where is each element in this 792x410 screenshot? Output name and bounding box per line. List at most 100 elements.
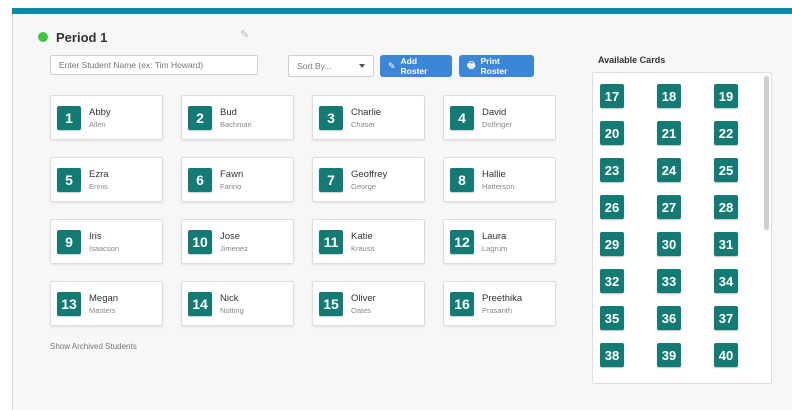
student-grid: 1 Abby Allen 2 Bud Bachman 3 Charlie Chaser… — [50, 95, 560, 330]
card-number-badge: 7 — [319, 167, 343, 192]
student-last-name: Oates — [351, 305, 372, 315]
available-card[interactable]: 37 — [714, 306, 738, 330]
student-first-name: Bud — [220, 106, 237, 118]
student-last-name: Notting — [220, 305, 244, 315]
available-card[interactable]: 25 — [714, 158, 738, 182]
card-number-badge: 10 — [188, 229, 212, 254]
available-card[interactable]: 34 — [714, 269, 738, 293]
card-number-badge: 13 — [57, 291, 81, 316]
student-first-name: Laura — [482, 230, 507, 242]
student-last-name: Dolfinger — [482, 119, 513, 129]
available-cards-scrollbar[interactable] — [764, 76, 769, 230]
available-card[interactable]: 24 — [657, 158, 681, 182]
available-card[interactable]: 17 — [600, 84, 624, 108]
card-number-badge: 8 — [450, 167, 474, 192]
available-card[interactable]: 40 — [714, 343, 738, 367]
available-cards-grid: 17 18 19 20 21 22 23 24 25 26 27 28 29 3… — [600, 84, 738, 367]
printer-icon: 🖶 — [467, 60, 476, 70]
sort-dropdown[interactable]: Sort By... — [288, 55, 374, 77]
card-number-badge: 16 — [450, 291, 474, 316]
available-card[interactable]: 39 — [657, 343, 681, 367]
student-first-name: Nick — [220, 292, 239, 304]
student-first-name: Megan — [89, 292, 119, 304]
available-card[interactable]: 33 — [657, 269, 681, 293]
available-card[interactable]: 22 — [714, 121, 738, 145]
student-card[interactable]: 2 Bud Bachman — [181, 95, 294, 140]
student-card[interactable]: 5 Ezra Ennis — [50, 157, 163, 202]
student-card[interactable]: 10 Jose Jimenez — [181, 219, 294, 264]
available-card[interactable]: 31 — [714, 232, 738, 256]
available-card[interactable]: 20 — [600, 121, 624, 145]
student-last-name: Jimenez — [220, 243, 248, 253]
card-number-badge: 1 — [57, 105, 81, 130]
student-card[interactable]: 3 Charlie Chaser — [312, 95, 425, 140]
edit-pencil-icon[interactable]: ✎ — [240, 28, 252, 41]
caret-down-icon — [359, 64, 365, 68]
available-card[interactable]: 18 — [657, 84, 681, 108]
card-number-badge: 3 — [319, 105, 343, 130]
student-first-name: Preethika — [482, 292, 523, 304]
available-card[interactable]: 26 — [600, 195, 624, 219]
student-card[interactable]: 6 Fawn Farino — [181, 157, 294, 202]
card-number-badge: 6 — [188, 167, 212, 192]
show-archived-link[interactable]: Show Archived Students — [50, 342, 137, 351]
student-last-name: Krauss — [351, 243, 375, 253]
student-card[interactable]: 15 Oliver Oates — [312, 281, 425, 326]
student-first-name: David — [482, 106, 507, 118]
available-card[interactable]: 23 — [600, 158, 624, 182]
student-first-name: Ezra — [89, 168, 109, 180]
student-last-name: Masters — [89, 305, 116, 315]
card-number-badge: 12 — [450, 229, 474, 254]
available-card[interactable]: 38 — [600, 343, 624, 367]
student-last-name: Bachman — [220, 119, 252, 129]
print-roster-label: Print Roster — [480, 56, 508, 76]
student-last-name: Ennis — [89, 181, 108, 191]
student-card[interactable]: 7 Geoffrey George — [312, 157, 425, 202]
page-title: Period 1 — [56, 29, 108, 45]
available-card[interactable]: 36 — [657, 306, 681, 330]
student-first-name: Charlie — [351, 106, 382, 118]
student-card[interactable]: 16 Preethika Prasanth — [443, 281, 556, 326]
card-number-badge: 15 — [319, 291, 343, 316]
student-last-name: Prasanth — [482, 305, 513, 315]
student-last-name: Farino — [220, 181, 242, 191]
card-number-badge: 4 — [450, 105, 474, 130]
student-search-input[interactable] — [50, 55, 258, 75]
student-first-name: Oliver — [351, 292, 376, 304]
student-card[interactable]: 9 Iris Isaacson — [50, 219, 163, 264]
student-first-name: Jose — [220, 230, 241, 242]
available-card[interactable]: 27 — [657, 195, 681, 219]
student-card[interactable]: 13 Megan Masters — [50, 281, 163, 326]
student-first-name: Abby — [89, 106, 111, 118]
student-last-name: Chaser — [351, 119, 376, 129]
student-first-name: Iris — [89, 230, 102, 242]
student-card[interactable]: 4 David Dolfinger — [443, 95, 556, 140]
pencil-icon: ✎ — [388, 60, 396, 71]
status-dot-icon — [38, 32, 48, 42]
available-card[interactable]: 29 — [600, 232, 624, 256]
available-card[interactable]: 35 — [600, 306, 624, 330]
card-number-badge: 9 — [57, 229, 81, 254]
page-header: Period 1 — [38, 27, 107, 47]
available-card[interactable]: 19 — [714, 84, 738, 108]
add-roster-button[interactable]: ✎ Add Roster — [380, 55, 452, 77]
student-first-name: Katie — [351, 230, 373, 242]
student-first-name: Fawn — [220, 168, 244, 180]
available-card[interactable]: 32 — [600, 269, 624, 293]
student-card[interactable]: 1 Abby Allen — [50, 95, 163, 140]
student-card[interactable]: 8 Hallie Hatterson — [443, 157, 556, 202]
student-first-name: Geoffrey — [351, 168, 388, 180]
card-number-badge: 5 — [57, 167, 81, 192]
student-first-name: Hallie — [482, 168, 506, 180]
student-last-name: Lagrum — [482, 243, 508, 253]
sort-label: Sort By... — [297, 61, 332, 71]
available-card[interactable]: 28 — [714, 195, 738, 219]
student-last-name: George — [351, 181, 377, 191]
student-card[interactable]: 14 Nick Notting — [181, 281, 294, 326]
available-card[interactable]: 21 — [657, 121, 681, 145]
print-roster-button[interactable]: 🖶 Print Roster — [459, 55, 534, 77]
available-card[interactable]: 30 — [657, 232, 681, 256]
available-cards-title: Available Cards — [598, 55, 666, 65]
student-card[interactable]: 11 Katie Krauss — [312, 219, 425, 264]
student-card[interactable]: 12 Laura Lagrum — [443, 219, 556, 264]
